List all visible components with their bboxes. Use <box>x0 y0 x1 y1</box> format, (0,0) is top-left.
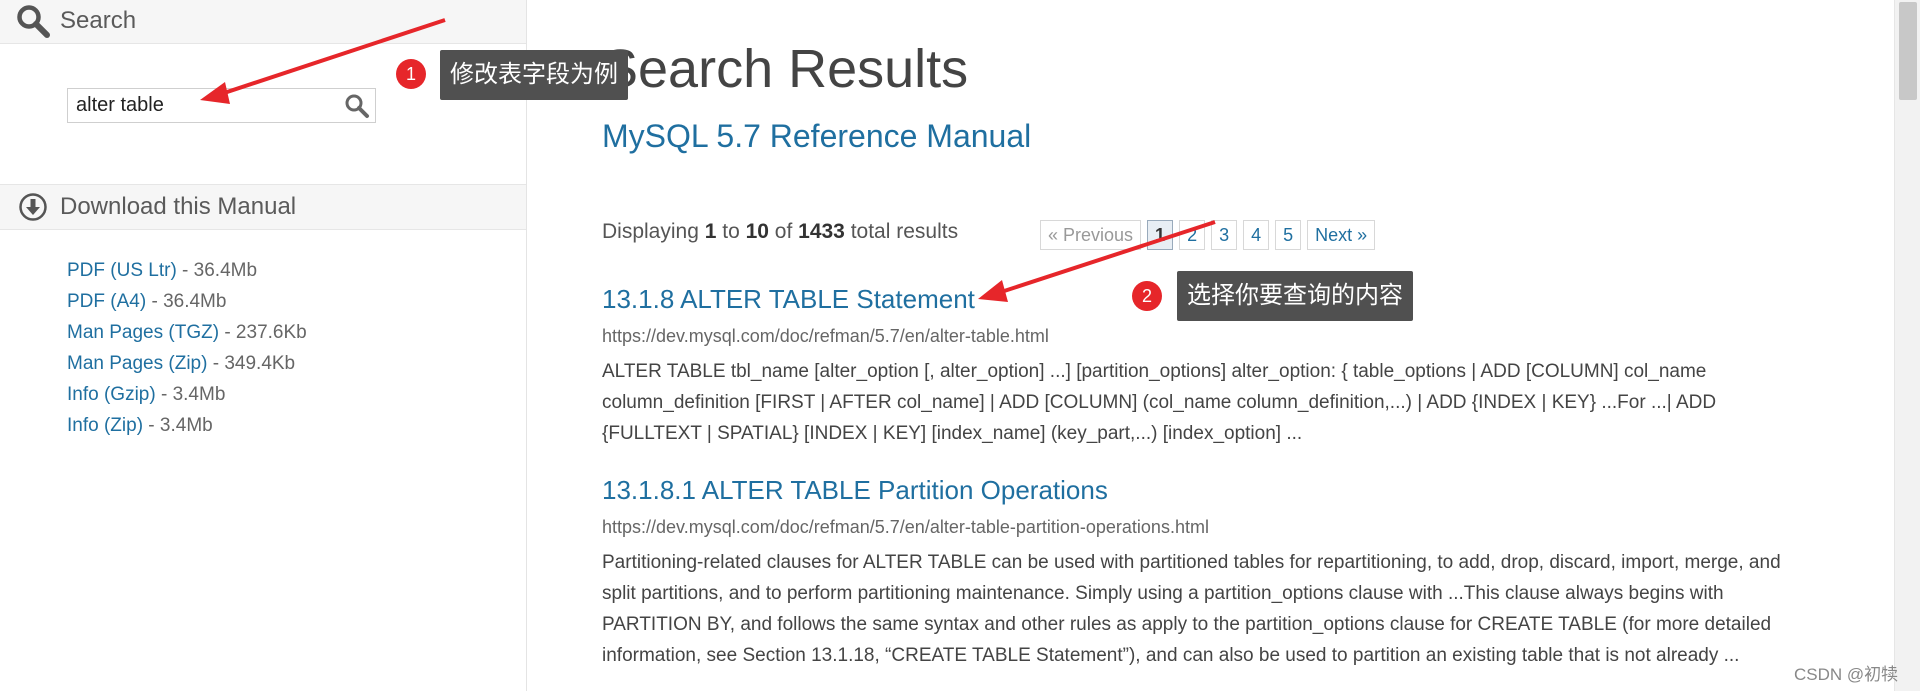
previous-page-button[interactable]: « Previous <box>1040 220 1142 250</box>
pagination: « Previous 1 2 3 4 5 Next » <box>1040 220 1381 250</box>
download-item: Info (Zip) - 3.4Mb <box>67 413 307 444</box>
page-5-button[interactable]: 5 <box>1275 220 1302 250</box>
page-3-button[interactable]: 3 <box>1211 220 1238 250</box>
download-item: PDF (A4) - 36.4Mb <box>67 289 307 320</box>
download-link-info-gzip[interactable]: Info (Gzip) <box>67 384 156 405</box>
download-link-man-tgz[interactable]: Man Pages (TGZ) <box>67 322 219 343</box>
download-link-man-zip[interactable]: Man Pages (Zip) <box>67 353 207 374</box>
vertical-scrollbar[interactable] <box>1894 0 1920 691</box>
search-section-title: Search <box>60 7 137 34</box>
summary-to: 10 <box>745 220 769 243</box>
page-4-button[interactable]: 4 <box>1243 220 1270 250</box>
download-size: - 3.4Mb <box>143 415 213 436</box>
summary-to-word: to <box>716 220 746 243</box>
download-circle-icon <box>14 188 52 226</box>
annotation-badge-2: 2 <box>1132 281 1162 311</box>
download-size: - 36.4Mb <box>146 291 227 312</box>
download-list: PDF (US Ltr) - 36.4Mb PDF (A4) - 36.4Mb … <box>67 258 307 444</box>
download-section-title: Download this Manual <box>60 193 297 220</box>
summary-total: 1433 <box>798 220 845 243</box>
page-2-button[interactable]: 2 <box>1179 220 1206 250</box>
annotation-label-1: 修改表字段为例 <box>440 50 628 100</box>
download-size: - 237.6Kb <box>219 322 307 343</box>
main-content: Search Results MySQL 5.7 Reference Manua… <box>602 0 1802 691</box>
summary-suffix: total results <box>844 220 959 243</box>
search-field <box>67 88 376 123</box>
sidebar: Search Download this Manual PDF (US Ltr)… <box>0 0 527 691</box>
result-snippet: ALTER TABLE tbl_name [alter_option [, al… <box>602 361 1717 444</box>
download-section-header: Download this Manual <box>0 184 526 230</box>
manual-title-link[interactable]: MySQL 5.7 Reference Manual <box>602 118 1031 155</box>
annotation-label-2: 选择你要查询的内容 <box>1177 271 1413 321</box>
download-item: PDF (US Ltr) - 36.4Mb <box>67 258 307 289</box>
result-summary: Displaying 1 to 10 of 1433 total results <box>602 220 958 244</box>
summary-prefix: Displaying <box>602 220 705 243</box>
page-title: Search Results <box>602 39 969 99</box>
download-size: - 36.4Mb <box>176 260 258 281</box>
summary-from: 1 <box>704 220 717 243</box>
download-link-pdf-a4[interactable]: PDF (A4) <box>67 291 146 312</box>
result-snippet: Partitioning-related clauses for ALTER T… <box>602 552 1781 666</box>
search-icon <box>14 2 52 40</box>
page-1-button[interactable]: 1 <box>1147 220 1174 250</box>
download-link-pdf-us-ltr[interactable]: PDF (US Ltr) <box>67 260 177 281</box>
search-input[interactable] <box>68 89 338 122</box>
scrollbar-thumb[interactable] <box>1899 2 1917 100</box>
result-url: https://dev.mysql.com/doc/refman/5.7/en/… <box>602 517 1209 537</box>
result-url: https://dev.mysql.com/doc/refman/5.7/en/… <box>602 326 1049 346</box>
watermark: CSDN @初犊 <box>1794 665 1899 684</box>
download-item: Info (Gzip) - 3.4Mb <box>67 382 307 413</box>
search-result: 13.1.8.1 ALTER TABLE Partition Operation… <box>602 475 1802 671</box>
search-icon <box>345 94 369 118</box>
download-link-info-zip[interactable]: Info (Zip) <box>67 415 143 436</box>
result-title-link[interactable]: 13.1.8.1 ALTER TABLE Partition Operation… <box>602 475 1802 511</box>
download-item: Man Pages (Zip) - 349.4Kb <box>67 351 307 382</box>
search-button[interactable] <box>344 93 370 119</box>
summary-of-word: of <box>768 220 799 243</box>
download-item: Man Pages (TGZ) - 237.6Kb <box>67 320 307 351</box>
download-size: - 349.4Kb <box>207 353 296 374</box>
next-page-button[interactable]: Next » <box>1307 220 1376 250</box>
download-size: - 3.4Mb <box>155 384 226 405</box>
annotation-badge-1: 1 <box>396 59 426 89</box>
search-section-header: Search <box>0 0 526 44</box>
